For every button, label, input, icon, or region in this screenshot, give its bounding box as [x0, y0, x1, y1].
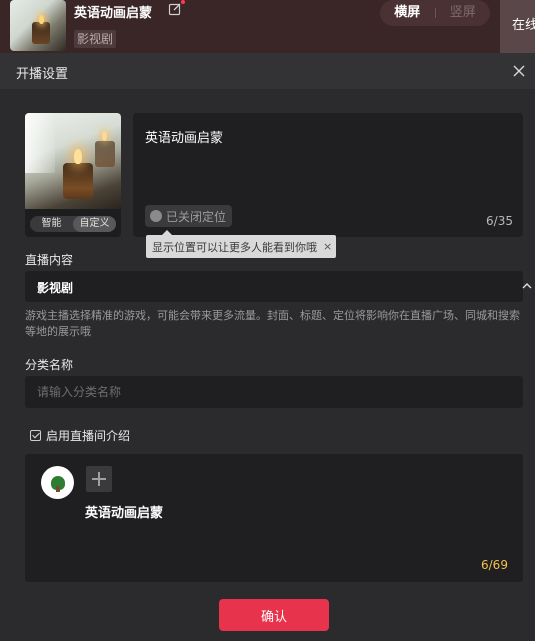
intro-editor[interactable]: 英语动画启蒙 6/69 [25, 454, 523, 582]
edit-icon[interactable] [168, 2, 182, 16]
cover-picker[interactable]: 智能 自定义 [25, 113, 121, 237]
content-label: 直播内容 [25, 253, 74, 267]
checkbox-icon [30, 430, 41, 441]
intro-enable-label: 启用直播间介绍 [46, 429, 131, 443]
close-icon[interactable] [512, 64, 526, 78]
avatar [41, 466, 74, 499]
intro-enable-checkbox[interactable]: 启用直播间介绍 [30, 427, 130, 444]
portrait-button[interactable]: 竖屏 [436, 0, 491, 26]
online-label: 在线 [512, 18, 535, 33]
content-select[interactable]: 影视剧 [25, 271, 532, 302]
cover-mode-tabs: 智能 自定义 [30, 216, 116, 232]
category-label: 分类名称 [25, 358, 74, 372]
intro-char-count: 6/69 [481, 558, 508, 572]
title-char-count: 6/35 [486, 214, 513, 228]
dialog-title: 开播设置 [16, 67, 69, 82]
category-input[interactable] [25, 376, 523, 408]
stream-cover-thumbnail[interactable] [10, 0, 66, 51]
add-image-button[interactable] [86, 466, 112, 492]
avatar-logo [50, 475, 65, 492]
title-field[interactable]: 英语动画启蒙 已关闭定位 6/35 [133, 113, 523, 237]
content-select-value: 影视剧 [37, 281, 74, 295]
tooltip-text: 显示位置可以让更多人能看到你哦 [152, 240, 317, 254]
dialog-header: 开播设置 [0, 53, 535, 89]
chevron-up-icon [522, 283, 532, 289]
location-label: 已关闭定位 [166, 209, 227, 224]
stream-title: 英语动画启蒙 [74, 6, 153, 21]
online-panel: 在线 [500, 0, 535, 53]
location-tooltip: 显示位置可以让更多人能看到你哦 × [146, 230, 337, 258]
cover-tab-smart[interactable]: 智能 [30, 216, 73, 232]
location-icon [150, 210, 162, 222]
category-tag: 影视剧 [74, 30, 117, 48]
tooltip-close-icon[interactable]: × [323, 240, 332, 253]
location-toggle[interactable]: 已关闭定位 [145, 205, 233, 227]
confirm-button[interactable]: 确认 [219, 599, 329, 631]
intro-text: 英语动画启蒙 [85, 506, 164, 521]
content-description: 游戏主播选择精准的游戏，可能会带来更多流量。封面、标题、定位将影响你在直播广场、… [25, 309, 520, 338]
cover-image [25, 113, 121, 209]
title-value: 英语动画启蒙 [145, 131, 224, 146]
notification-dot [181, 0, 185, 4]
orientation-toggle: 横屏 竖屏 [380, 0, 490, 26]
landscape-button[interactable]: 横屏 [380, 0, 435, 26]
cover-tab-custom[interactable]: 自定义 [73, 216, 116, 232]
background-top-bar: 英语动画启蒙 影视剧 横屏 竖屏 在线 [0, 0, 535, 53]
